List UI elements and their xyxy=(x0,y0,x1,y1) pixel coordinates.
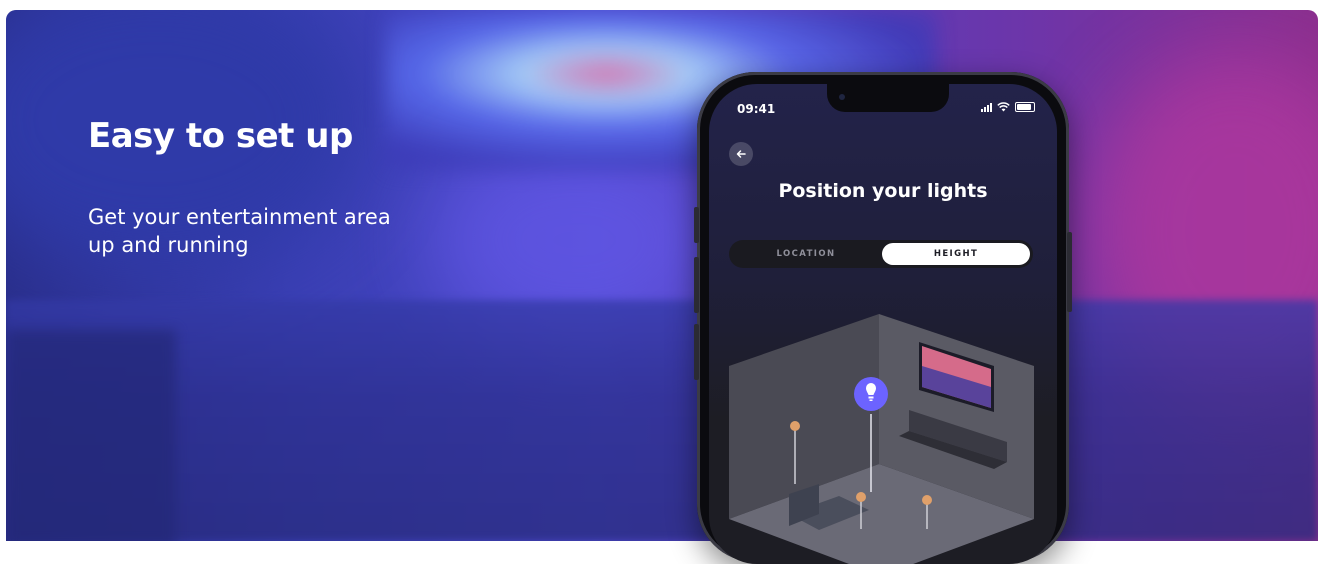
phone-screen: 09:41 Position your lights LOCATION HEIG… xyxy=(709,84,1057,564)
battery-icon xyxy=(1015,102,1035,112)
banner-headline: Easy to set up xyxy=(88,116,353,156)
lamp-bulb-left xyxy=(790,421,800,431)
page-title: Position your lights xyxy=(778,180,988,202)
tab-location[interactable]: LOCATION xyxy=(732,243,880,265)
phone-mockup: 09:41 Position your lights LOCATION HEIG… xyxy=(694,72,1072,564)
arrow-left-icon xyxy=(736,150,746,158)
location-height-toggle: LOCATION HEIGHT xyxy=(729,240,1033,268)
phone-volume-down xyxy=(694,324,699,380)
phone-notch xyxy=(827,84,949,112)
phone-power-button xyxy=(1067,232,1072,312)
status-time: 09:41 xyxy=(737,102,776,116)
hero-banner: Easy to set up Get your entertainment ar… xyxy=(6,10,1318,541)
phone-volume-up xyxy=(694,257,699,313)
tab-height[interactable]: HEIGHT xyxy=(882,243,1030,265)
cellular-signal-icon xyxy=(981,102,992,112)
banner-subline: Get your entertainment area up and runni… xyxy=(88,205,391,257)
lamp-bulb-center xyxy=(856,492,866,502)
lamp-bulb-right xyxy=(922,495,932,505)
camera-icon xyxy=(839,94,845,100)
status-icons xyxy=(981,102,1035,112)
background-shelf xyxy=(6,300,1318,541)
wifi-icon xyxy=(997,102,1010,112)
phone-side-button xyxy=(694,207,699,243)
room-3d-view xyxy=(729,314,1034,564)
back-button[interactable] xyxy=(729,142,753,166)
background-cabinet xyxy=(6,330,176,541)
